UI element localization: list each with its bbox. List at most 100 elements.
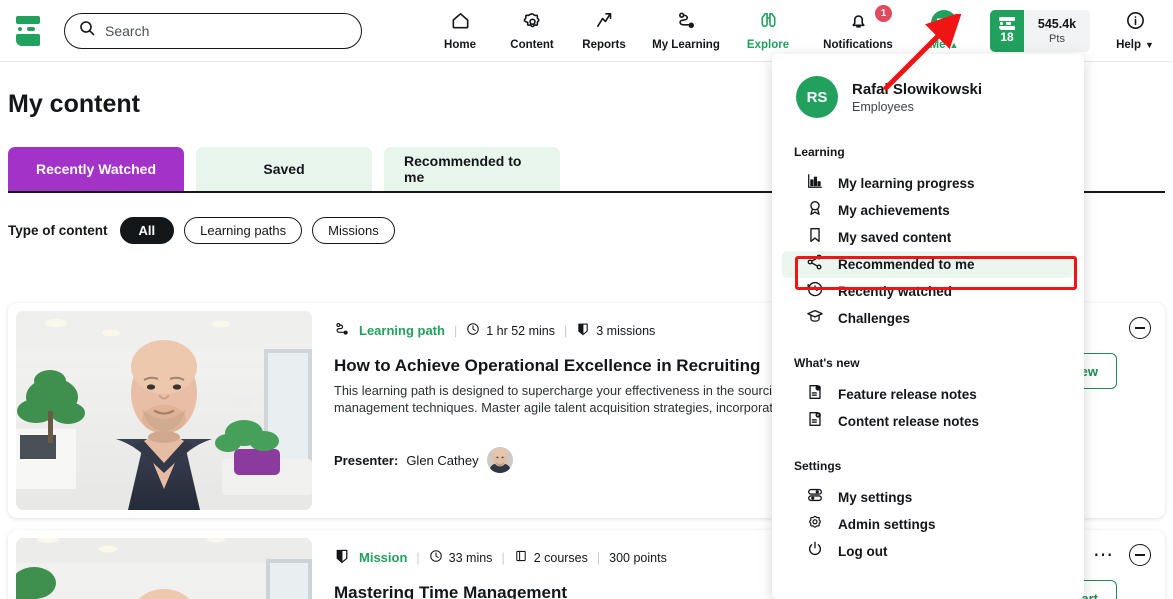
nav-item-me[interactable]: RS Me ▲ <box>912 0 976 62</box>
tab-recently-watched[interactable]: Recently Watched <box>8 147 184 191</box>
menu-item-label: Recommended to me <box>838 257 975 272</box>
tab-saved[interactable]: Saved <box>196 147 372 191</box>
nav-item-notifications-label: Notifications <box>823 39 893 51</box>
presenter-name: Glen Cathey <box>406 452 479 468</box>
menu-user-name: Rafal Slowikowski <box>852 80 983 98</box>
points-level-badge: 18 <box>990 9 1024 52</box>
search-input[interactable] <box>105 22 345 39</box>
card-count: 2 courses <box>514 549 588 566</box>
menu-item-label: Feature release notes <box>838 387 977 402</box>
filter-chip-missions[interactable]: Missions <box>312 217 395 244</box>
menu-item-my-learning-progress[interactable]: My learning progress <box>782 170 1074 197</box>
path-node-icon <box>334 321 350 340</box>
avatar: RS <box>931 10 957 36</box>
gear-icon <box>522 10 543 36</box>
minus-circle-icon[interactable] <box>1129 544 1151 566</box>
card-thumbnail[interactable] <box>16 311 312 510</box>
clock-icon <box>429 549 443 566</box>
card-points-label: 300 points <box>609 550 667 565</box>
nav-item-reports-label: Reports <box>582 39 626 51</box>
menu-item-label: My saved content <box>838 230 952 245</box>
menu-item-challenges[interactable]: Challenges <box>782 305 1074 332</box>
menu-section-learning-title: Learning <box>794 145 845 159</box>
tab-recommended-to-me[interactable]: Recommended to me <box>384 147 560 191</box>
card-duration: 1 hr 52 mins <box>466 322 555 339</box>
page-title: My content <box>8 90 140 118</box>
content-tabs: Recently Watched Saved Recommended to me <box>8 147 560 191</box>
menu-item-label: My settings <box>838 490 913 505</box>
presenter-avatar <box>486 447 513 473</box>
minus-circle-icon[interactable] <box>1129 317 1151 339</box>
book-icon <box>514 549 528 566</box>
nav-item-my-learning[interactable]: My Learning <box>640 0 732 62</box>
points-unit: Pts <box>1049 32 1065 45</box>
menu-item-label: Log out <box>838 544 888 559</box>
filter-chip-all[interactable]: All <box>119 217 175 244</box>
path-node-icon <box>676 10 697 36</box>
power-icon <box>806 540 824 563</box>
menu-item-my-settings[interactable]: My settings <box>782 484 1074 511</box>
card-duration-label: 1 hr 52 mins <box>486 323 555 338</box>
meta-divider: | <box>563 323 568 338</box>
primary-nav-items: Home Content Reports My Learning Explore… <box>424 0 976 62</box>
menu-item-my-achievements[interactable]: My achievements <box>782 197 1074 224</box>
bar-chart-icon <box>806 172 824 195</box>
menu-item-log-out[interactable]: Log out <box>782 538 1074 565</box>
chevron-down-icon: ▼ <box>1145 40 1154 50</box>
nav-item-reports[interactable]: Reports <box>568 0 640 62</box>
card-count-label: 2 courses <box>533 550 588 565</box>
app-root: Home Content Reports My Learning <box>0 0 1173 599</box>
filter-chip-learning-paths[interactable]: Learning paths <box>184 217 303 244</box>
content-type-filters: Type of content All Learning paths Missi… <box>8 217 395 244</box>
meta-divider: | <box>453 323 458 338</box>
nav-item-me-label: Me <box>929 39 946 51</box>
menu-item-label: Content release notes <box>838 414 980 429</box>
user-dropdown-menu: RS Rafal Slowikowski Employees Learning … <box>772 54 1084 599</box>
nav-item-help[interactable]: Help ▼ <box>1102 0 1168 62</box>
menu-item-label: My achievements <box>838 203 950 218</box>
menu-section-whats-new-items: Feature release notes Content release no… <box>772 381 1084 435</box>
card-duration: 33 mins <box>429 549 492 566</box>
graduation-cap-icon <box>806 307 824 330</box>
nav-item-explore[interactable]: Explore <box>732 0 804 62</box>
search-box[interactable] <box>64 12 362 49</box>
menu-user-header[interactable]: RS Rafal Slowikowski Employees <box>772 76 1084 118</box>
presenter-label: Presenter: <box>334 452 399 468</box>
filters-label: Type of content <box>8 223 108 238</box>
nav-item-content[interactable]: Content <box>496 0 568 62</box>
nav-item-notifications[interactable]: 1 Notifications <box>804 0 912 62</box>
menu-section-settings-title: Settings <box>794 459 842 473</box>
menu-section-learning-items: My learning progress My achievements My … <box>772 170 1084 332</box>
menu-item-label: My learning progress <box>838 176 975 191</box>
more-horizontal-icon[interactable]: ⋯ <box>1093 545 1115 565</box>
binoculars-icon <box>758 10 779 36</box>
points-level-value: 18 <box>1000 30 1014 44</box>
search-icon <box>79 20 95 41</box>
menu-item-recently-watched[interactable]: Recently watched <box>782 278 1074 305</box>
gear-icon <box>806 513 824 536</box>
nav-item-help-label: Help <box>1116 39 1141 51</box>
history-clock-icon <box>806 280 824 303</box>
nav-item-content-label: Content <box>510 39 554 51</box>
menu-item-my-saved-content[interactable]: My saved content <box>782 224 1074 251</box>
menu-item-content-release-notes[interactable]: Content release notes <box>782 408 1074 435</box>
share-icon <box>806 253 824 276</box>
nav-item-home[interactable]: Home <box>424 0 496 62</box>
points-widget[interactable]: 18 545.4k Pts <box>990 9 1090 52</box>
avatar: RS <box>796 76 838 118</box>
card-actions: ⋯ <box>1093 544 1151 566</box>
menu-item-recommended-to-me[interactable]: Recommended to me <box>782 251 1074 278</box>
card-count: 3 missions <box>576 322 655 339</box>
menu-item-label: Recently watched <box>838 284 953 299</box>
app-logo[interactable] <box>0 0 56 62</box>
sliders-icon <box>806 486 824 509</box>
bookmark-icon <box>806 226 824 249</box>
notifications-badge: 1 <box>875 4 892 22</box>
info-icon <box>1125 10 1146 36</box>
menu-item-admin-settings[interactable]: Admin settings <box>782 511 1074 538</box>
card-thumbnail[interactable] <box>16 538 312 599</box>
clock-icon <box>466 322 480 339</box>
meta-divider: | <box>501 550 505 565</box>
card-actions <box>1129 317 1151 339</box>
menu-item-feature-release-notes[interactable]: Feature release notes <box>782 381 1074 408</box>
